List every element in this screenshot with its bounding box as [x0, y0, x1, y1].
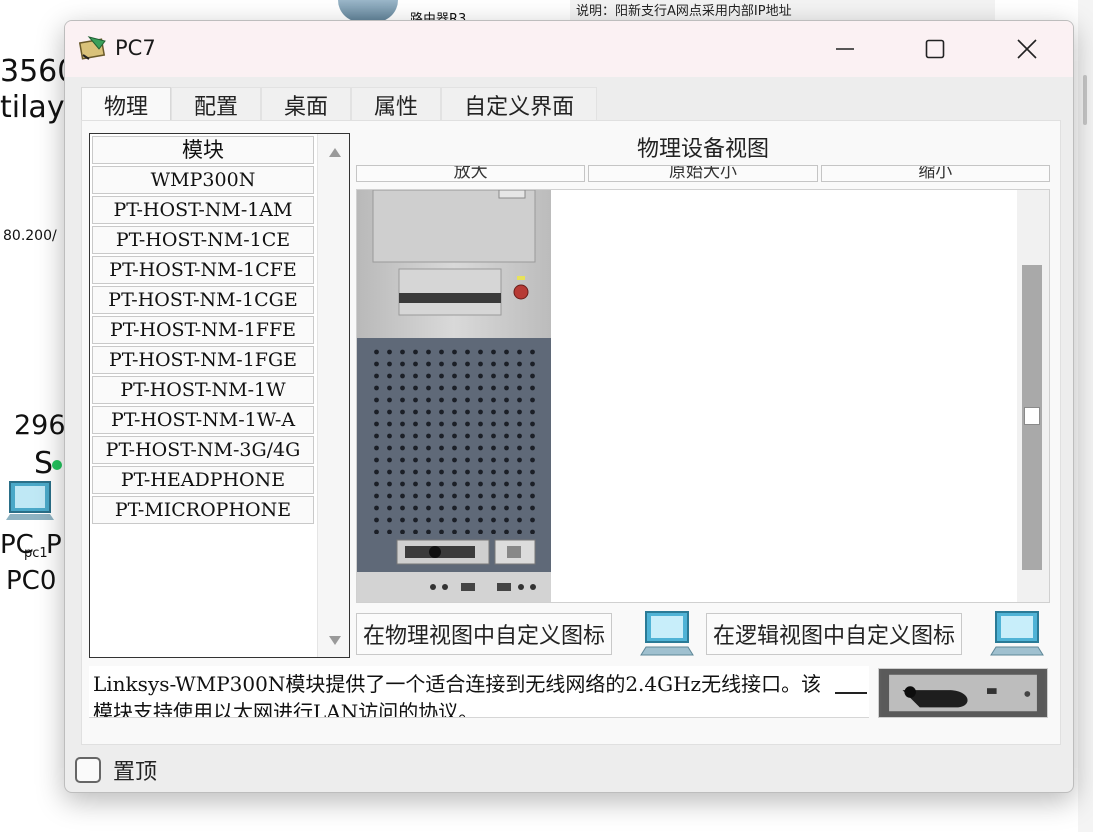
title-bar[interactable]: PC7 — [65, 21, 1073, 77]
module-item[interactable]: PT-HOST-NM-1CE — [92, 226, 314, 254]
tab-config[interactable]: 配置 — [171, 87, 262, 121]
physical-view-title: 物理设备视图 — [636, 137, 769, 162]
module-description-text: Linksys-WMP300N模块提供了一个适合连接到无线网络的2.4GHz无线… — [93, 672, 822, 718]
module-item[interactable]: PT-HOST-NM-3G/4G — [92, 436, 314, 464]
zoom-controls: 放大 原始大小 缩小 — [356, 165, 1050, 182]
tab-attributes[interactable]: 属性 — [351, 87, 442, 121]
device-window: PC7 物理 配置 桌面 属性 自定义界面 模块 WMP300N PT-HOST… — [64, 20, 1074, 793]
maximize-icon — [925, 39, 945, 59]
module-image — [878, 668, 1048, 718]
background-scrollbar[interactable] — [1078, 0, 1093, 832]
module-item[interactable]: PT-HOST-NM-1CGE — [92, 286, 314, 314]
pin-option[interactable]: 置顶 — [75, 755, 157, 785]
pc1-label: pc1 — [24, 546, 48, 561]
close-icon — [1017, 39, 1037, 59]
module-item[interactable]: PT-HOST-NM-1W — [92, 376, 314, 404]
module-list-scrollbar[interactable] — [317, 134, 349, 657]
physical-tab-panel: 模块 WMP300N PT-HOST-NM-1AM PT-HOST-NM-1CE… — [81, 120, 1061, 745]
pin-checkbox[interactable] — [75, 757, 101, 783]
packet-tracer-icon — [79, 36, 106, 60]
switch-model-label: 296 — [14, 410, 66, 441]
custom-logical-icon-button[interactable]: 在逻辑视图中自定义图标 — [706, 613, 963, 655]
tab-physical[interactable]: 物理 — [81, 87, 172, 121]
link-status-dot — [52, 460, 62, 470]
window-title: PC7 — [115, 36, 156, 60]
ip-label: 80.200/ — [3, 228, 57, 244]
module-item[interactable]: PT-HOST-NM-1FFE — [92, 316, 314, 344]
pin-label: 置顶 — [113, 760, 158, 785]
pc-tower-image — [357, 190, 551, 602]
module-item[interactable]: PT-HOST-NM-1FGE — [92, 346, 314, 374]
pc-icon[interactable] — [4, 478, 58, 528]
close-button[interactable] — [997, 21, 1057, 77]
scroll-grip-icon — [1024, 407, 1040, 425]
scroll-up-arrow-icon[interactable] — [329, 148, 341, 157]
module-item[interactable]: PT-HOST-NM-1CFE — [92, 256, 314, 284]
custom-physical-icon-button[interactable]: 在物理视图中自定义图标 — [356, 613, 613, 655]
tab-bar: 物理 配置 桌面 属性 自定义界面 — [81, 87, 598, 121]
physical-computer-icon[interactable] — [638, 609, 696, 659]
physical-device-viewer[interactable] — [356, 189, 1050, 603]
note-box[interactable]: 说明：阳新支行A网点采用内部IP地址 — [570, 0, 995, 20]
original-size-button[interactable]: 原始大小 — [588, 165, 818, 182]
note-text: 说明：阳新支行A网点采用内部IP地址 — [576, 4, 792, 19]
pc0-label: PC0 — [6, 566, 57, 596]
zoom-in-button[interactable]: 放大 — [356, 165, 586, 182]
module-item[interactable]: PT-MICROPHONE — [92, 496, 314, 524]
module-item[interactable]: PT-HEADPHONE — [92, 466, 314, 494]
zoom-out-button[interactable]: 缩小 — [820, 165, 1050, 182]
viewer-scrollbar-thumb[interactable] — [1022, 265, 1042, 570]
module-item[interactable]: PT-HOST-NM-1W-A — [92, 406, 314, 434]
module-item[interactable]: PT-HOST-NM-1AM — [92, 196, 314, 224]
minimize-icon — [836, 48, 854, 50]
description-divider — [835, 692, 867, 694]
minimize-button[interactable] — [815, 21, 875, 77]
module-item[interactable]: WMP300N — [92, 166, 314, 194]
tab-desktop[interactable]: 桌面 — [261, 87, 352, 121]
switch-s-label: S — [34, 446, 54, 481]
p-label: P — [46, 530, 62, 560]
tab-custom-interface[interactable]: 自定义界面 — [441, 87, 598, 121]
scroll-down-arrow-icon[interactable] — [329, 636, 341, 645]
maximize-button[interactable] — [905, 21, 965, 77]
scrollbar-thumb[interactable] — [1083, 75, 1087, 125]
module-description-box[interactable]: Linksys-WMP300N模块提供了一个适合连接到无线网络的2.4GHz无线… — [89, 666, 869, 718]
module-list[interactable]: 模块 WMP300N PT-HOST-NM-1AM PT-HOST-NM-1CE… — [89, 133, 350, 658]
viewer-scrollbar[interactable] — [1017, 190, 1049, 602]
module-list-header: 模块 — [92, 136, 314, 164]
router-icon[interactable] — [338, 0, 398, 22]
logical-computer-icon[interactable] — [988, 609, 1046, 659]
